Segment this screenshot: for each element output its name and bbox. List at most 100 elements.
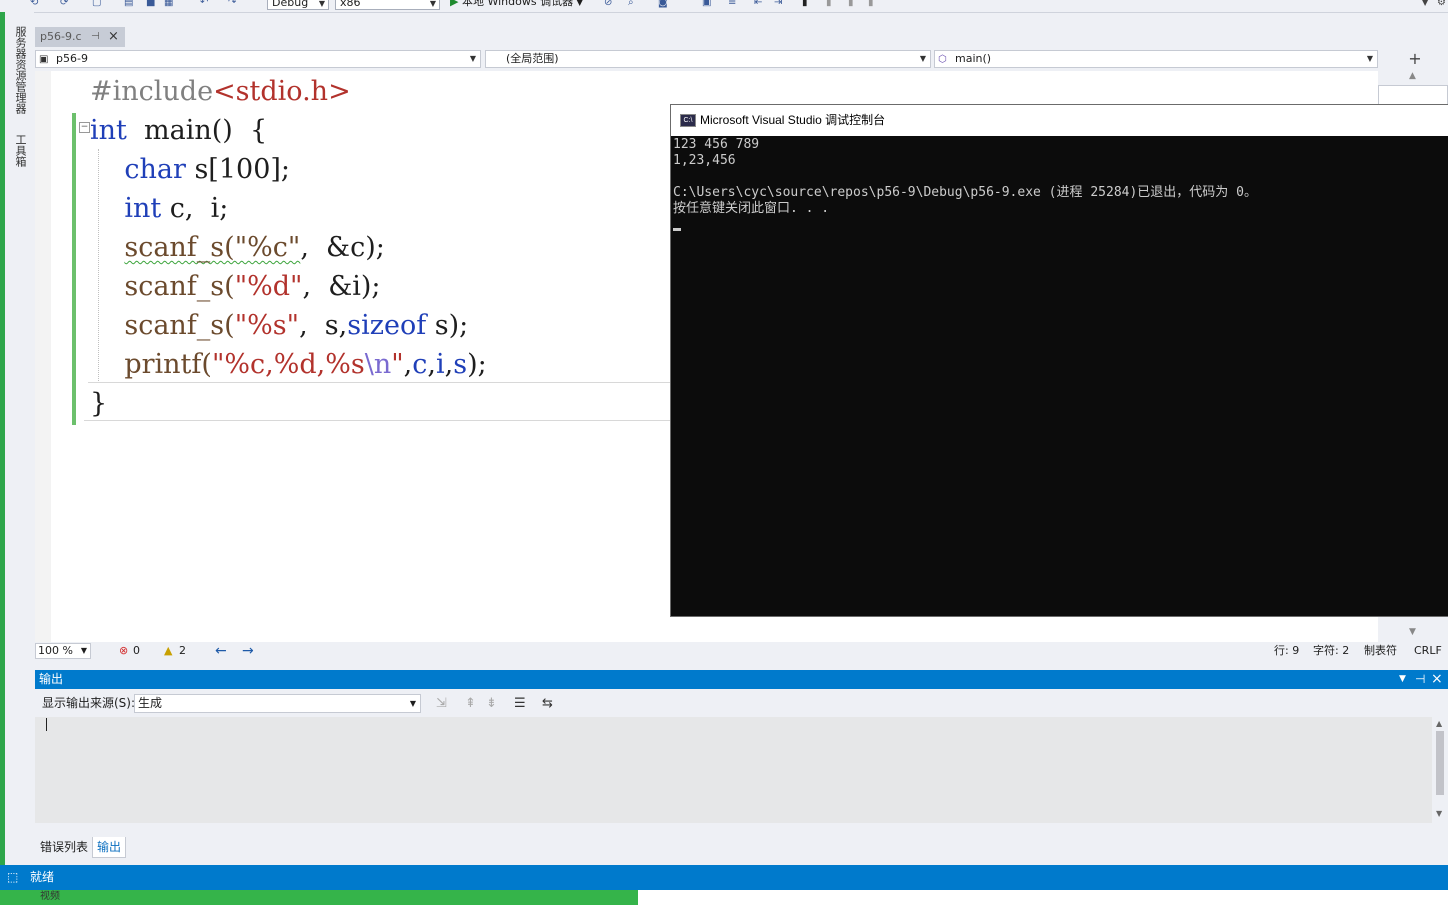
output-text-area[interactable] — [35, 717, 1432, 823]
code-token: ); — [467, 349, 487, 380]
tabs-indicator[interactable]: 制表符 — [1364, 642, 1397, 660]
eol-indicator[interactable]: CRLF — [1414, 642, 1442, 660]
debug-console-window[interactable]: C:\ Microsoft Visual Studio 调试控制台 123 45… — [671, 105, 1448, 616]
scrollbar-map-preview — [1378, 85, 1448, 105]
undo-icon[interactable]: ↶ — [200, 0, 210, 8]
close-icon[interactable]: × — [108, 27, 119, 47]
collapse-toggle-icon[interactable]: − — [79, 122, 90, 133]
save-icon[interactable]: ■ — [146, 0, 156, 8]
pin-icon[interactable]: ⊣ — [91, 27, 100, 47]
prev-bookmark-icon[interactable]: ▮ — [826, 0, 836, 8]
scroll-up-icon[interactable]: ▲ — [1436, 719, 1442, 728]
char-indicator[interactable]: 字符: 2 — [1313, 642, 1349, 660]
clear-bookmark-icon[interactable]: ▮ — [868, 0, 878, 8]
function-icon: ⬡ — [938, 54, 947, 65]
code-token: , — [427, 349, 436, 380]
console-line: 按任意键关闭此窗口. . . — [673, 201, 830, 216]
status-ready-icon: ⬚ — [7, 870, 19, 884]
editor-gutter — [35, 71, 51, 642]
find-icon[interactable]: ⌕ — [628, 0, 638, 8]
zoom-dropdown[interactable]: 100 % ▼ — [35, 643, 91, 659]
code-token: " — [391, 349, 404, 380]
platform-dropdown[interactable]: x86 ▼ — [335, 0, 440, 10]
new-file-icon[interactable]: ▢ — [92, 0, 102, 8]
code-line[interactable]: scanf_s("%d", &i); — [90, 267, 380, 306]
prev-message-icon[interactable]: ⇞ — [465, 690, 476, 717]
config-dropdown[interactable]: Debug ▼ — [267, 0, 329, 10]
save-all-icon[interactable]: ▦ — [164, 0, 174, 8]
nav-forward-icon[interactable]: → — [242, 642, 254, 660]
console-line: 1,23,456 — [673, 153, 736, 168]
code-token: "%d" — [234, 271, 303, 302]
open-icon[interactable]: ▤ — [124, 0, 134, 8]
scroll-thumb[interactable] — [1436, 731, 1444, 795]
scroll-down-icon[interactable]: ▼ — [1409, 627, 1416, 637]
code-line[interactable]: #include<stdio.h> — [90, 72, 351, 111]
member-dropdown[interactable]: ⬡ main() ▼ — [934, 50, 1378, 68]
find-message-icon[interactable]: ⇲ — [436, 690, 447, 717]
console-title-bar[interactable]: C:\ Microsoft Visual Studio 调试控制台 — [671, 105, 1448, 136]
chevron-down-icon: ▼ — [576, 0, 583, 7]
code-line[interactable]: printf("%c,%d,%s\n",c,i,s); — [90, 345, 487, 384]
project-dropdown[interactable]: ▣ p56-9 ▼ — [35, 50, 481, 68]
code-line[interactable]: char s[100]; — [90, 150, 290, 189]
back-icon[interactable]: ⟲ — [30, 0, 40, 8]
warning-icon[interactable]: ▲ — [164, 642, 172, 660]
print-icon[interactable]: ▣ — [702, 0, 712, 8]
error-count[interactable]: 0 — [133, 642, 140, 660]
code-token: "%s" — [234, 310, 300, 341]
tab-output[interactable]: 输出 — [92, 837, 127, 858]
code-line[interactable]: scanf_s("%s", s,sizeof s); — [90, 306, 468, 345]
console-title: Microsoft Visual Studio 调试控制台 — [700, 113, 886, 127]
toolbox-tab[interactable]: 工具箱 — [12, 134, 28, 167]
toolbar-overflow-icon[interactable]: ▼ — [1422, 0, 1432, 7]
settings-icon[interactable]: ⚙ — [1437, 0, 1447, 8]
outdent-icon[interactable]: ⇥ — [774, 0, 784, 8]
clear-all-icon[interactable]: ☰ — [514, 690, 526, 717]
forward-icon[interactable]: ⟳ — [60, 0, 70, 8]
line-indicator[interactable]: 行: 9 — [1274, 642, 1299, 660]
member-value: main() — [955, 52, 992, 65]
output-caret — [46, 718, 47, 731]
chevron-down-icon: ▼ — [469, 54, 476, 63]
status-text: 就绪 — [30, 870, 55, 884]
project-icon: ▣ — [39, 54, 49, 65]
code-line[interactable]: int c, i; — [90, 189, 228, 228]
screenshot-icon[interactable]: ◙ — [658, 0, 668, 8]
next-message-icon[interactable]: ⇟ — [486, 690, 497, 717]
code-token: #include — [90, 76, 214, 107]
tab-p56-9-c[interactable]: p56-9.c ⊣ × — [35, 27, 125, 47]
output-vertical-scrollbar[interactable]: ▲ ▼ — [1432, 717, 1448, 823]
chevron-down-icon: ▼ — [919, 54, 926, 63]
bookmark-icon[interactable]: ▮ — [802, 0, 812, 8]
word-wrap-icon[interactable]: ⇆ — [542, 690, 553, 717]
next-bookmark-icon[interactable]: ▮ — [848, 0, 858, 8]
scope-dropdown[interactable]: (全局范围) ▼ — [485, 50, 931, 68]
code-line[interactable]: int main() { — [90, 111, 267, 150]
tab-error-list[interactable]: 错误列表 — [36, 837, 92, 858]
server-explorer-tab[interactable]: 服务器资源管理器 — [12, 26, 28, 114]
attach-icon[interactable]: ⊘ — [604, 0, 614, 8]
nav-back-icon[interactable]: ← — [215, 642, 227, 660]
code-token: \n — [364, 349, 392, 380]
start-debug-button[interactable]: ▶ 本地 Windows 调试器 ▼ — [450, 0, 583, 10]
bottom-tab-strip: 错误列表 输出 — [35, 837, 1448, 858]
pin-icon[interactable]: ⊣ — [1415, 670, 1425, 689]
split-editor-button[interactable]: + — [1382, 48, 1448, 70]
code-token: "%c,%d,%s — [211, 349, 365, 380]
code-line[interactable]: } — [90, 384, 107, 423]
close-icon[interactable]: × — [1431, 670, 1443, 689]
panel-menu-icon[interactable]: ▼ — [1399, 670, 1406, 689]
code-line[interactable]: scanf_s("%c", &c); — [90, 228, 385, 267]
warning-count[interactable]: 2 — [179, 642, 186, 660]
scroll-up-icon[interactable]: ▲ — [1409, 71, 1416, 81]
scroll-down-icon[interactable]: ▼ — [1436, 809, 1442, 818]
comment-icon[interactable]: ≡ — [728, 0, 738, 8]
indent-icon[interactable]: ⇤ — [754, 0, 764, 8]
output-source-dropdown[interactable]: 生成 ▼ — [134, 694, 421, 713]
redo-icon[interactable]: ↷ — [228, 0, 238, 8]
error-icon[interactable]: ⊗ — [119, 642, 128, 660]
